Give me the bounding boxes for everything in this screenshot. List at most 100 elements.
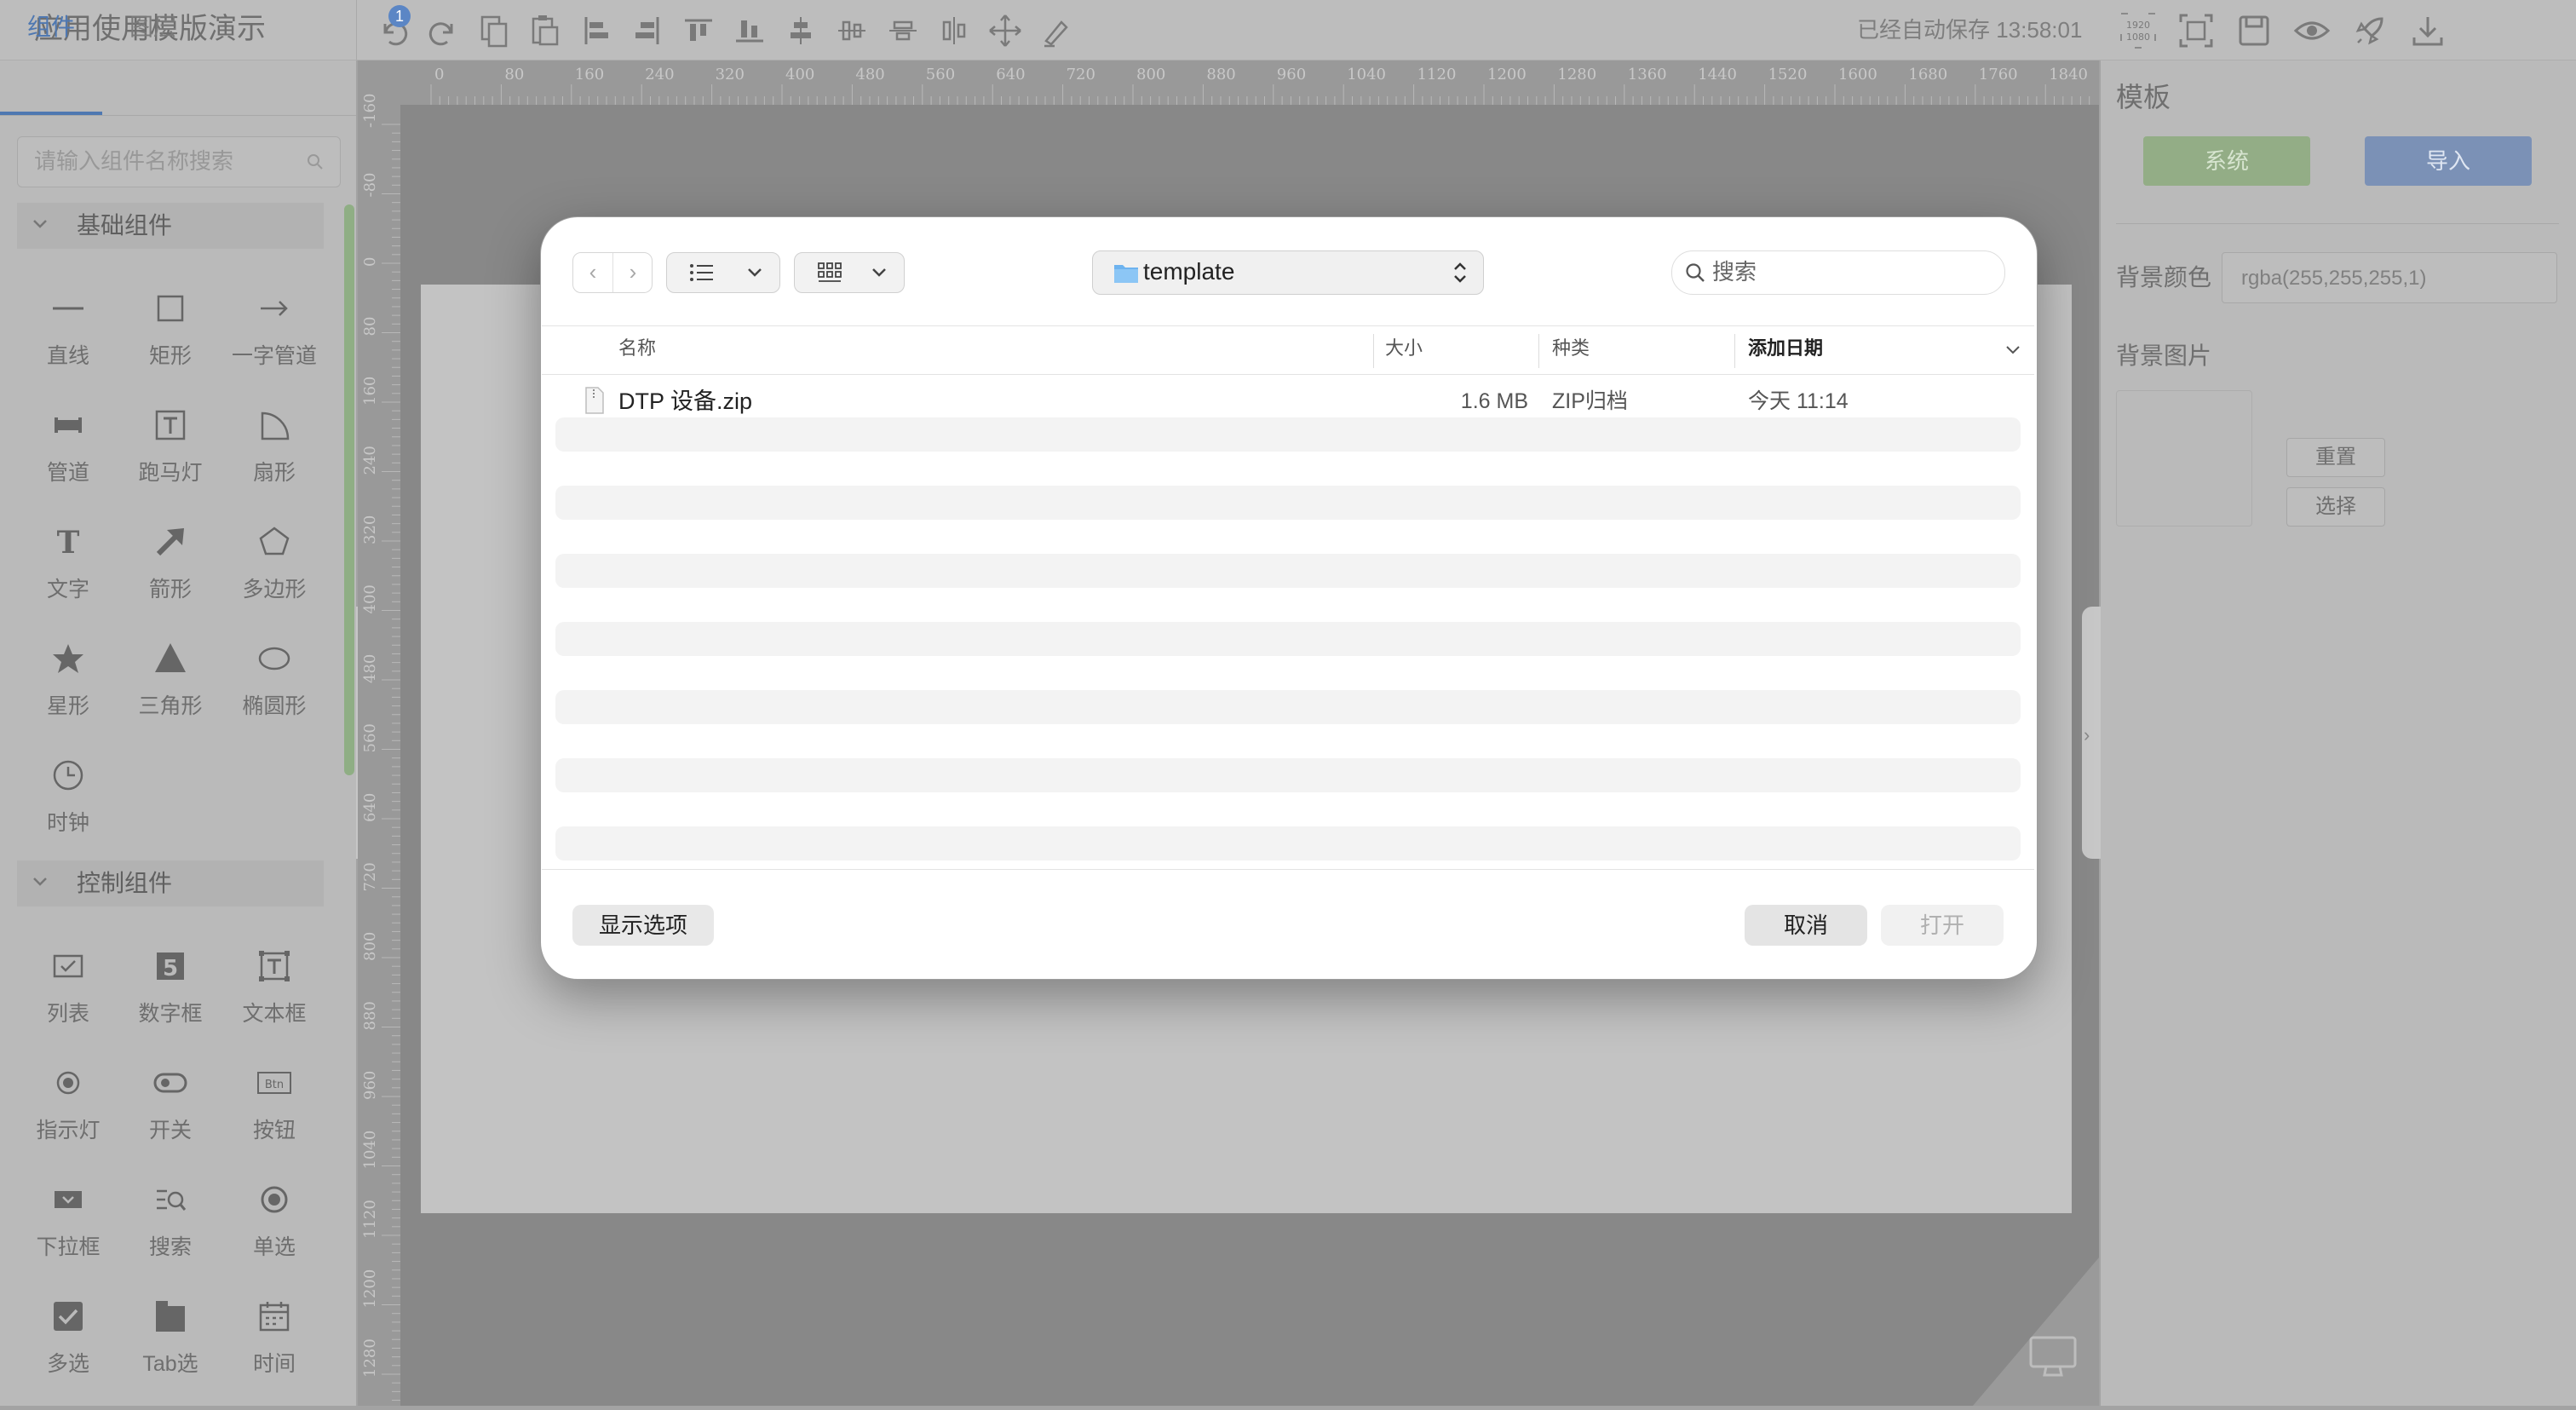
component-checkbox[interactable]: 多选: [17, 1299, 119, 1410]
component-list[interactable]: 列表: [17, 949, 119, 1060]
component-tab-select[interactable]: Tab选: [119, 1299, 221, 1410]
tab-components[interactable]: 组件: [27, 12, 75, 43]
component-clock[interactable]: 时钟: [17, 758, 119, 869]
back-button[interactable]: ‹: [573, 253, 612, 292]
component-pipe[interactable]: 管道: [17, 408, 119, 519]
monitor-icon[interactable]: [2027, 1334, 2079, 1378]
component-text[interactable]: T 文字: [17, 525, 119, 636]
component-label: 跑马灯: [138, 461, 203, 485]
chevron-down-icon: [33, 878, 47, 886]
ruler-tick-label: -160: [361, 94, 379, 128]
publish-rocket-icon[interactable]: [2351, 12, 2389, 49]
component-label: 搜索: [148, 1235, 192, 1259]
triangle-icon: [153, 642, 187, 676]
list-search-icon: [153, 1183, 187, 1217]
sort-chevron-down-icon[interactable]: [2005, 344, 2021, 356]
ruler-tick-label: 320: [361, 515, 379, 544]
component-button[interactable]: Btn 按钮: [223, 1066, 325, 1177]
section-control-components[interactable]: 控制组件: [17, 860, 324, 906]
component-star[interactable]: 星形: [17, 642, 119, 752]
column-header-date-added[interactable]: 添加日期: [1748, 336, 1823, 361]
align-right-icon[interactable]: [629, 12, 666, 49]
component-dropdown[interactable]: 下拉框: [17, 1183, 119, 1293]
empty-row-stripe: [555, 690, 2021, 724]
list-view-icon: [690, 264, 713, 281]
component-indicator[interactable]: 指示灯: [17, 1066, 119, 1177]
component-text-box[interactable]: 文本框: [223, 949, 325, 1060]
section-label: 控制组件: [77, 870, 173, 896]
component-rectangle[interactable]: 矩形: [119, 291, 221, 402]
component-line[interactable]: 直线: [17, 291, 119, 402]
brush-icon[interactable]: [1038, 12, 1075, 49]
system-template-button[interactable]: 系统: [2143, 136, 2310, 186]
search-icon: [308, 154, 323, 170]
sidebar-scrollbar[interactable]: [344, 204, 354, 775]
component-ellipse[interactable]: 椭圆形: [223, 642, 325, 752]
view-mode-grid-button[interactable]: [794, 252, 905, 293]
align-center-h-icon[interactable]: [782, 12, 819, 49]
folder-icon: [1114, 265, 1138, 283]
component-arrow[interactable]: 箭形: [119, 525, 221, 636]
sector-icon: [257, 408, 291, 442]
cancel-button[interactable]: 取消: [1745, 905, 1867, 946]
list-icon: [51, 949, 85, 983]
section-basic-components[interactable]: 基础组件: [17, 203, 324, 249]
import-template-button[interactable]: 导入: [2365, 136, 2532, 186]
align-left-icon[interactable]: [578, 12, 615, 49]
component-label: 扇形: [252, 461, 296, 485]
component-triangle[interactable]: 三角形: [119, 642, 221, 752]
preview-eye-icon[interactable]: [2293, 12, 2331, 49]
move-icon[interactable]: [986, 12, 1024, 49]
ruler-tick-label: 1200: [1487, 66, 1527, 83]
open-button[interactable]: 打开: [1881, 905, 2004, 946]
component-straight-pipe[interactable]: 一字管道: [223, 291, 325, 402]
column-separator: [1734, 334, 1735, 368]
resolution-1920-1080-icon[interactable]: 1920 1080: [2119, 12, 2157, 49]
ruler-tick-label: 320: [716, 66, 745, 83]
distribute-h-icon[interactable]: [884, 12, 922, 49]
show-options-button[interactable]: 显示选项: [572, 905, 714, 946]
component-time[interactable]: 时间: [223, 1299, 325, 1410]
component-search-placeholder: 请输入组件名称搜索: [34, 148, 234, 174]
download-icon[interactable]: [2409, 12, 2447, 49]
reset-button[interactable]: 重置: [2286, 438, 2385, 477]
copy-icon[interactable]: [475, 12, 513, 49]
tab-layers[interactable]: 图层: [129, 12, 177, 43]
empty-row-stripe: [555, 758, 2021, 792]
active-tab-indicator: [0, 112, 102, 115]
redo-icon[interactable]: [424, 12, 462, 49]
ruler-tick-label: 1680: [1908, 66, 1947, 83]
component-radio[interactable]: 单选: [223, 1183, 325, 1293]
align-center-v-icon[interactable]: [833, 12, 871, 49]
forward-button[interactable]: ›: [612, 253, 653, 292]
align-bottom-icon[interactable]: [731, 12, 768, 49]
choose-image-button[interactable]: 选择: [2286, 487, 2385, 527]
component-label: 管道: [46, 461, 89, 485]
ruler-tick-label: 1120: [361, 1200, 379, 1239]
column-header-kind[interactable]: 种类: [1552, 336, 1590, 361]
ruler-tick-label: 1600: [1838, 66, 1877, 83]
fit-screen-icon[interactable]: [2177, 12, 2215, 49]
component-label: 一字管道: [231, 344, 317, 368]
component-number-box[interactable]: 5 数字框: [119, 949, 221, 1060]
ruler-tick-label: 480: [361, 654, 379, 683]
distribute-v-icon[interactable]: [935, 12, 973, 49]
paste-icon[interactable]: [526, 12, 564, 49]
align-top-icon[interactable]: [680, 12, 717, 49]
bg-color-input[interactable]: rgba(255,255,255,1): [2222, 252, 2557, 303]
column-header-name[interactable]: 名称: [618, 336, 656, 361]
save-icon[interactable]: [2235, 12, 2273, 49]
column-header-size[interactable]: 大小: [1385, 336, 1423, 361]
bg-color-label: 背景颜色: [2116, 264, 2212, 291]
ruler-tick-label: 400: [361, 584, 379, 613]
view-mode-list-button[interactable]: [666, 252, 780, 293]
component-search[interactable]: 搜索: [119, 1183, 221, 1293]
component-switch[interactable]: 开关: [119, 1066, 221, 1177]
component-label: 开关: [148, 1119, 192, 1142]
component-label: 时间: [252, 1352, 296, 1376]
component-polygon[interactable]: 多边形: [223, 525, 325, 636]
component-marquee[interactable]: 跑马灯: [119, 408, 221, 519]
component-sector[interactable]: 扇形: [223, 408, 325, 519]
toolbar-divider: [356, 0, 357, 60]
svg-text:5: 5: [163, 956, 178, 981]
